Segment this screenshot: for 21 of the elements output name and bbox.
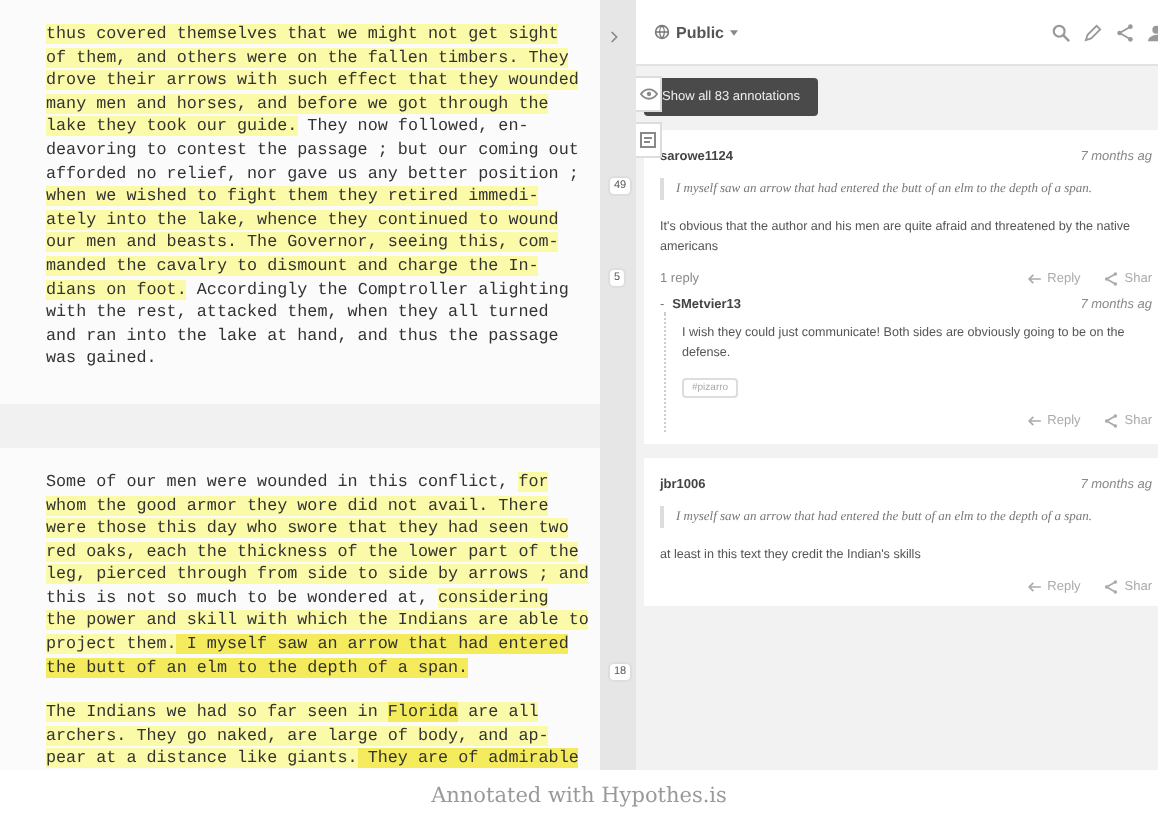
collapse-icon[interactable]: [610, 30, 620, 44]
share-icon: [1104, 580, 1119, 594]
paragraph: Some of our men were wounded in this conflict, for whom the good armor they wore did not avail. There were those this day who swore that they had seen two red oaks, each the thickness of the lower part of the leg, pierced through from side to side by arrows ; and this is not so much to be wondered at, considering the power and skill with which the Indians are able to project them. I myself saw an arrow that had entered the butt of an elm to the depth of a span.: [46, 471, 591, 681]
pencil-icon[interactable]: [1084, 23, 1102, 41]
eye-icon[interactable]: [636, 76, 662, 112]
share-icon[interactable]: [1116, 23, 1134, 41]
group-selector[interactable]: Public: [654, 23, 739, 41]
reply-icon: [1027, 582, 1042, 592]
paragraph: The Indians we had so far seen in Florida are all archers. They go naked, are large of body, and ap- pear at a distance like giants. They are of admirable: [46, 702, 581, 770]
caret-icon: [730, 29, 739, 35]
user-icon[interactable]: [1148, 23, 1158, 41]
caption: Annotated with Hypothes.is: [429, 782, 729, 808]
search-icon[interactable]: [1052, 23, 1070, 41]
group-name: Public: [676, 23, 725, 41]
reply-icon: [1027, 274, 1042, 284]
note-icon[interactable]: [636, 122, 662, 158]
share-icon: [1104, 272, 1119, 286]
globe-icon: [654, 24, 670, 40]
reply-icon: [1027, 416, 1042, 426]
paragraph: thus covered themselves that we might not get sight of them, and others were on the fallen timbers. They drove their arrows with such effect that they wounded many men and horses, and before we got through the lake they took our guide. They now followed, en- deavoring to contest the passage ; but our coming out afforded no relief, nor gave us any better position ; when we wished to fight them they retired immedi- ately into the lake, whence they continued to wound our men and beasts. The Governor, seeing this, com- manded the cavalry to dismount and charge the In- dians on foot. Accordingly the Comptroller alighting with the rest, attacked them, when they all turned and ran into the lake at hand, and thus the passage was gained.: [46, 24, 581, 372]
share-icon: [1104, 414, 1119, 428]
